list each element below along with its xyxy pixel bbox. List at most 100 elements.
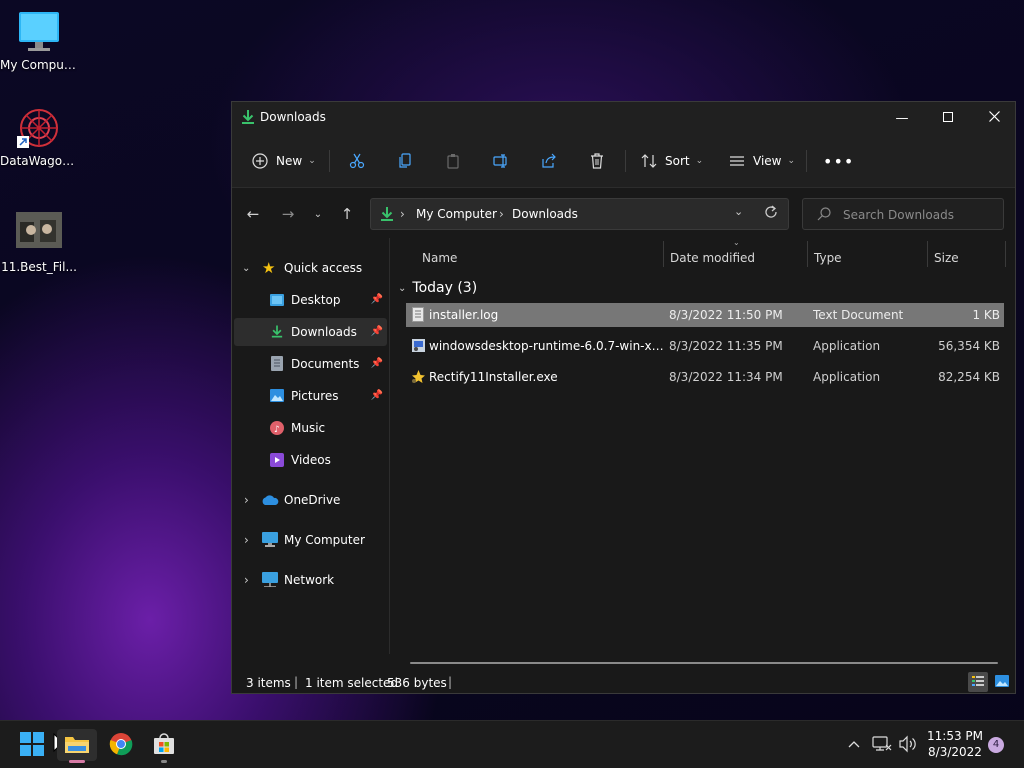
scissors-icon xyxy=(349,153,365,169)
start-button[interactable] xyxy=(12,729,52,761)
copy-icon xyxy=(397,153,413,169)
desktop-icon-label: DataWagon... xyxy=(0,154,78,168)
sidebar-item-network[interactable]: › Network xyxy=(234,566,387,594)
sidebar-item-videos[interactable]: Videos xyxy=(234,446,387,474)
column-divider[interactable] xyxy=(1005,241,1006,267)
breadcrumb-downloads[interactable]: Downloads xyxy=(512,207,578,221)
chevron-down-icon: ⌄ xyxy=(398,282,407,294)
view-lines-icon xyxy=(729,153,745,169)
back-button[interactable]: ← xyxy=(242,204,264,224)
chevron-down-icon: ⌄ xyxy=(787,156,796,166)
volume-tray-button[interactable] xyxy=(898,735,918,753)
file-row[interactable]: installer.log 8/3/2022 11:50 PM Text Doc… xyxy=(406,303,1004,327)
rename-button[interactable] xyxy=(493,148,509,174)
desktop-icon-label: 11.Best_Fil... xyxy=(1,260,77,274)
breadcrumb-my-computer[interactable]: My Computer xyxy=(416,207,497,221)
taskbar: 11:53 PM 8/3/2022 4 xyxy=(0,720,1024,768)
sidebar-item-label: Desktop xyxy=(291,293,341,307)
file-row[interactable]: Rectify11Installer.exe 8/3/2022 11:34 PM… xyxy=(406,365,1004,389)
refresh-icon[interactable] xyxy=(764,205,778,222)
file-name: Rectify11Installer.exe xyxy=(429,370,558,384)
monitor-icon xyxy=(16,10,62,54)
sort-icon xyxy=(641,153,657,169)
installer-app-icon xyxy=(411,338,426,356)
details-view-button[interactable] xyxy=(968,672,988,692)
address-bar[interactable]: › My Computer › Downloads ⌄ xyxy=(370,198,789,230)
group-label: Today (3) xyxy=(412,280,478,296)
network-icon xyxy=(262,572,278,590)
desktop-icon-my-computer[interactable]: My Computer xyxy=(0,10,78,72)
column-header-date-modified[interactable]: Date modified xyxy=(670,248,755,268)
sort-button[interactable]: Sort ⌄ xyxy=(641,148,703,174)
sort-indicator-icon: ⌄ xyxy=(733,238,740,247)
more-options-button[interactable]: ••• xyxy=(823,148,854,174)
taskbar-microsoft-store[interactable] xyxy=(144,729,184,763)
horizontal-scrollbar[interactable] xyxy=(410,662,998,664)
file-type: Text Document xyxy=(813,308,904,322)
toolbar-separator xyxy=(625,150,626,172)
maximize-button[interactable] xyxy=(925,102,971,134)
arrow-right-icon: → xyxy=(281,205,295,223)
column-header-size[interactable]: Size xyxy=(934,248,959,268)
view-button[interactable]: View ⌄ xyxy=(729,148,795,174)
taskbar-file-explorer[interactable] xyxy=(57,729,97,763)
datawagon-shortcut-icon xyxy=(16,106,62,150)
sidebar-item-quick-access[interactable]: ⌄ ★ Quick access xyxy=(234,254,387,282)
svg-text:♪: ♪ xyxy=(274,425,280,435)
group-header-today[interactable]: ⌄ Today (3) xyxy=(398,278,477,298)
command-bar: New ⌄ Sort ⌄ View ⌄ ••• xyxy=(232,134,1015,188)
clock-date: 8/3/2022 xyxy=(928,745,982,759)
windows-logo-icon xyxy=(20,731,44,759)
notification-badge[interactable]: 4 xyxy=(988,737,1004,753)
thumbnail-view-button[interactable] xyxy=(992,672,1012,692)
folder-icon xyxy=(65,734,89,757)
column-header-name[interactable]: Name xyxy=(422,248,457,268)
title-bar[interactable]: Downloads — xyxy=(232,102,1015,134)
desktop-icon-datawagon[interactable]: DataWagon... xyxy=(0,106,78,168)
column-divider[interactable] xyxy=(663,241,664,267)
cut-button[interactable] xyxy=(349,148,365,174)
sidebar-item-pictures[interactable]: Pictures 📌 xyxy=(234,382,387,410)
chevron-down-icon: ⌄ xyxy=(242,262,251,274)
new-button[interactable]: New ⌄ xyxy=(252,148,316,174)
sidebar-item-onedrive[interactable]: › OneDrive xyxy=(234,486,387,514)
file-size: 82,254 KB xyxy=(938,370,1000,384)
window-title: Downloads xyxy=(260,110,326,124)
taskbar-chrome[interactable] xyxy=(101,729,141,761)
download-icon xyxy=(241,109,255,125)
thumbnail-view-icon xyxy=(995,674,1009,690)
column-header-type[interactable]: Type xyxy=(814,248,842,268)
sidebar-item-my-computer[interactable]: › My Computer xyxy=(234,526,387,554)
star-icon: ★ xyxy=(262,259,276,277)
ellipsis-icon: ••• xyxy=(823,151,855,171)
file-row[interactable]: windowsdesktop-runtime-6.0.7-win-x64....… xyxy=(406,334,1004,358)
copy-button[interactable] xyxy=(397,148,413,174)
forward-button[interactable]: → xyxy=(277,204,299,224)
share-button[interactable] xyxy=(541,148,557,174)
text-file-icon xyxy=(412,307,424,325)
delete-button[interactable] xyxy=(589,148,605,174)
up-button[interactable]: ↑ xyxy=(336,204,358,224)
sidebar-item-documents[interactable]: Documents 📌 xyxy=(234,350,387,378)
search-input[interactable] xyxy=(841,199,1000,231)
sidebar-item-music[interactable]: ♪ Music xyxy=(234,414,387,442)
column-divider[interactable] xyxy=(927,241,928,267)
file-size: 56,354 KB xyxy=(938,339,1000,353)
desktop-icon-best-file[interactable]: 11.Best_Fil... xyxy=(0,212,78,274)
chevron-right-icon: › xyxy=(244,493,249,507)
sidebar-item-downloads[interactable]: Downloads 📌 xyxy=(234,318,387,346)
search-icon xyxy=(817,207,831,224)
sidebar-item-label: Quick access xyxy=(284,261,363,275)
active-app-indicator xyxy=(69,760,85,763)
show-hidden-icons-button[interactable] xyxy=(845,735,863,753)
column-divider[interactable] xyxy=(807,241,808,267)
search-box[interactable] xyxy=(802,198,1004,231)
address-dropdown-icon[interactable]: ⌄ xyxy=(734,205,743,218)
recent-locations-button[interactable]: ⌄ xyxy=(307,204,329,224)
network-tray-button[interactable] xyxy=(872,735,892,753)
minimize-button[interactable]: — xyxy=(879,102,925,134)
close-button[interactable] xyxy=(971,102,1017,134)
clock-button[interactable]: 11:53 PM 8/3/2022 xyxy=(926,728,984,762)
sidebar-item-desktop[interactable]: Desktop 📌 xyxy=(234,286,387,314)
paste-button[interactable] xyxy=(445,148,461,174)
